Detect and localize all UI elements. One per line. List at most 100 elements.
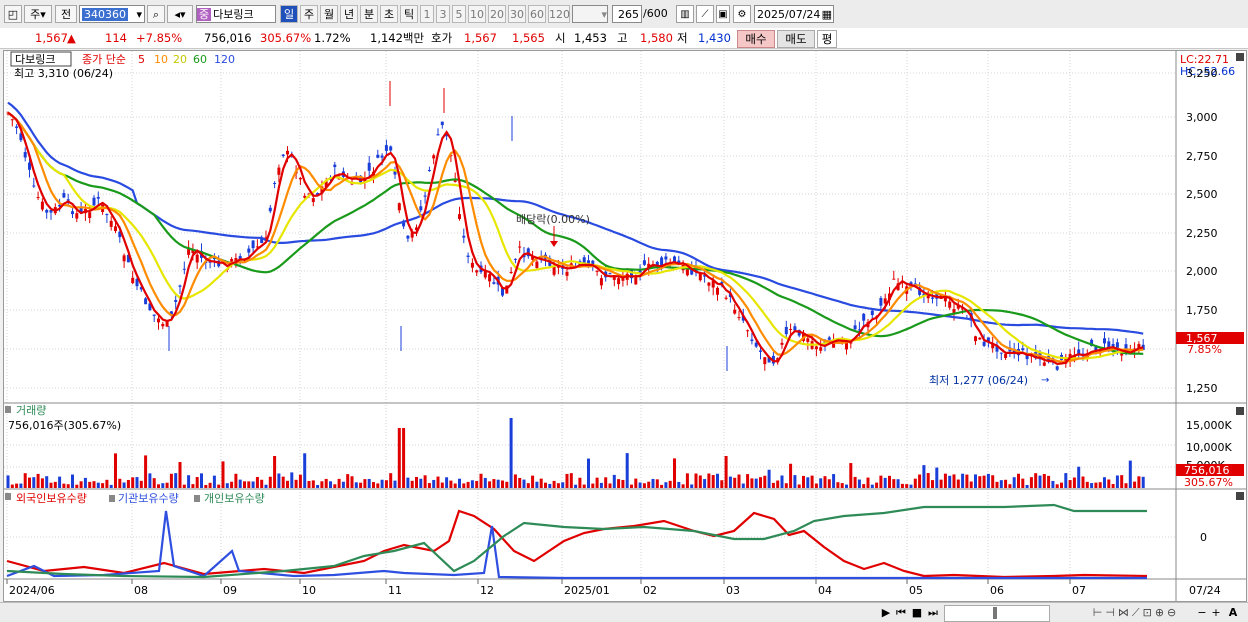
- volume-bar: [591, 483, 595, 488]
- speaker-icon[interactable]: ◂▾: [167, 5, 193, 23]
- volume-bar: [888, 475, 891, 488]
- sell-button[interactable]: 매도: [777, 30, 815, 48]
- volume-bar: [1077, 466, 1081, 488]
- panel-close-icon[interactable]: [1236, 53, 1244, 61]
- volume-bar: [372, 482, 375, 488]
- minute-5[interactable]: 5: [452, 5, 466, 23]
- candle-body: [406, 235, 410, 239]
- candle-body: [380, 155, 384, 158]
- volume-bar: [1081, 476, 1085, 488]
- scroll-thumb[interactable]: [993, 607, 997, 619]
- buy-button[interactable]: 매수: [737, 30, 775, 48]
- volume-bar: [518, 477, 522, 488]
- dropdown-icon[interactable]: ▾: [136, 6, 144, 24]
- volume-bar: [247, 481, 251, 488]
- volume-bar: [918, 474, 922, 488]
- candle-icon[interactable]: ▥: [676, 5, 694, 23]
- candle-body: [535, 261, 539, 268]
- line-icon[interactable]: ⟋: [696, 5, 714, 23]
- candle-body: [1042, 362, 1046, 366]
- period-day[interactable]: 일: [280, 5, 298, 23]
- minute-3[interactable]: 3: [436, 5, 450, 23]
- minute-10[interactable]: 10: [468, 5, 486, 23]
- volume-bar: [587, 458, 590, 488]
- auto-scale-button[interactable]: A: [1226, 605, 1240, 620]
- volume-bar: [324, 478, 328, 488]
- candle-body: [634, 276, 638, 285]
- search-icon[interactable]: ⌕: [147, 5, 165, 23]
- panel-close-icon[interactable]: [1236, 492, 1244, 500]
- rewind-icon[interactable]: ⏮: [894, 605, 908, 620]
- volume-bar: [307, 481, 311, 488]
- panel-handle-icon[interactable]: [5, 406, 11, 413]
- volume-bar: [178, 462, 182, 488]
- turnover: 1.72%: [314, 31, 351, 45]
- settings-icon[interactable]: ⚙: [733, 5, 751, 23]
- volume-bar: [45, 476, 49, 488]
- volume-bar: [995, 481, 999, 488]
- volume-bar: [393, 480, 397, 488]
- minute-60[interactable]: 60: [528, 5, 546, 23]
- volume-bar: [720, 480, 724, 488]
- save-icon[interactable]: ▣: [716, 5, 730, 23]
- volume-bar: [608, 483, 612, 488]
- volume-bar: [105, 479, 109, 488]
- period-second[interactable]: 초: [380, 5, 398, 23]
- chart-svg[interactable]: 다보링크 종가 단순 5 10 20 60 120 최고 3,310 (06/2…: [4, 51, 1246, 601]
- candle-body: [763, 357, 767, 365]
- minute-20[interactable]: 20: [488, 5, 506, 23]
- candle-body: [982, 341, 986, 346]
- ma-legend-label: 종가 단순: [82, 53, 126, 66]
- panel-handle-icon[interactable]: [5, 493, 11, 500]
- drawing-tools[interactable]: ⊢⊣⋈⟋⊡⊕⊖: [1052, 605, 1220, 620]
- volume-bar: [1051, 480, 1055, 488]
- volume-bar: [126, 479, 130, 488]
- calendar-icon[interactable]: ▦: [822, 6, 833, 24]
- period-tick[interactable]: 틱: [400, 5, 418, 23]
- volume-bar: [845, 484, 848, 488]
- candle-body: [870, 310, 874, 316]
- period-minute[interactable]: 분: [360, 5, 378, 23]
- chart-area[interactable]: 다보링크 종가 단순 5 10 20 60 120 최고 3,310 (06/2…: [3, 50, 1247, 602]
- candle-body: [978, 337, 982, 340]
- eval-button[interactable]: 평: [817, 30, 837, 48]
- volume-bar: [329, 481, 332, 488]
- stop-icon[interactable]: ■: [910, 605, 924, 620]
- volume-bar: [952, 474, 956, 488]
- volume-bar: [384, 480, 388, 488]
- date-input[interactable]: 2025/07/24 ▦: [754, 5, 834, 23]
- fast-forward-icon[interactable]: ⏭: [926, 605, 940, 620]
- prev-button[interactable]: 전: [55, 5, 77, 23]
- volume-bar: [565, 473, 569, 488]
- volume-bar: [367, 478, 371, 488]
- volume-bar: [230, 481, 234, 488]
- minute-1[interactable]: 1: [420, 5, 434, 23]
- panel-close-icon[interactable]: [1236, 407, 1244, 415]
- candle-body: [15, 126, 19, 128]
- period-year[interactable]: 년: [340, 5, 358, 23]
- candle-body: [458, 214, 461, 219]
- market-select[interactable]: 주▾: [24, 5, 52, 23]
- period-week[interactable]: 주: [300, 5, 318, 23]
- custom-period-select[interactable]: ▾: [572, 5, 608, 23]
- period-month[interactable]: 월: [320, 5, 338, 23]
- zoom-out-icon[interactable]: −: [1196, 605, 1208, 620]
- code-input[interactable]: 340360 ▾: [79, 5, 145, 23]
- stock-name-field[interactable]: 중 다보링크: [196, 5, 276, 23]
- volume-bar: [1115, 475, 1119, 488]
- candle-body: [131, 277, 135, 284]
- window-menu-icon[interactable]: ◰: [4, 5, 22, 23]
- count-input[interactable]: 265: [612, 5, 642, 23]
- volume-bar: [617, 479, 621, 488]
- volume-bar: [191, 484, 195, 488]
- zoom-in-icon[interactable]: +: [1210, 605, 1222, 620]
- minute-120[interactable]: 120: [548, 5, 570, 23]
- volume-bar: [505, 481, 509, 488]
- x-tick-label: 03: [726, 584, 740, 597]
- ma10-line: [7, 111, 1144, 363]
- scroll-right-icon[interactable]: ▶: [880, 605, 892, 620]
- volume-bar: [961, 473, 965, 488]
- candle-body: [685, 269, 689, 276]
- scroll-track[interactable]: [944, 605, 1050, 622]
- minute-30[interactable]: 30: [508, 5, 526, 23]
